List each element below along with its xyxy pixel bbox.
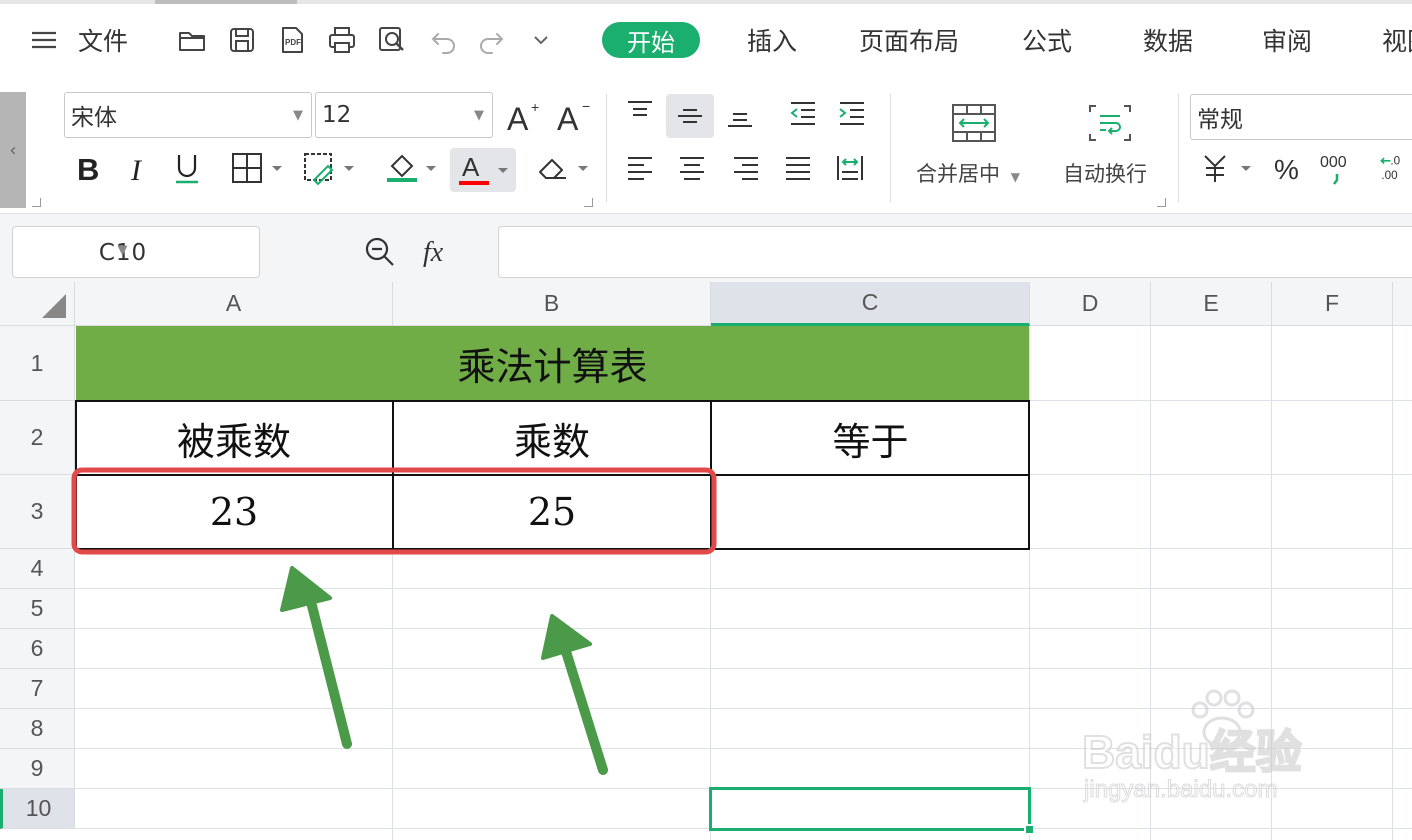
ribbon-separator	[890, 94, 891, 202]
tab-start[interactable]: 开始	[602, 22, 700, 58]
align-center-button[interactable]	[672, 148, 712, 188]
borders-button[interactable]	[228, 148, 286, 188]
chevron-down-icon: ▼	[474, 107, 484, 123]
chevron-down-icon: ▼	[117, 243, 129, 258]
align-right-button[interactable]	[726, 148, 766, 188]
spreadsheet-grid: A B C D E F 1 2 3 4 5 6 7 8 9 10 乘法计算表 被…	[0, 282, 1412, 840]
arrow-shaft-right	[558, 637, 608, 775]
increase-font-size-button[interactable]: A +	[505, 96, 543, 136]
svg-text:−: −	[582, 98, 590, 114]
wrap-text-button[interactable]: 自动换行	[1063, 158, 1147, 188]
font-name-select[interactable]: 宋体 ▼	[64, 92, 312, 138]
tab-view[interactable]: 视图	[1382, 22, 1412, 58]
currency-format-button[interactable]	[1196, 148, 1258, 188]
increase-indent-button[interactable]	[832, 94, 872, 134]
arrow-head-left	[280, 566, 332, 612]
svg-text:A: A	[462, 152, 480, 182]
insert-function-icon[interactable]: fx	[420, 232, 464, 272]
formula-bar: C10 ▼ fx	[0, 214, 1412, 282]
ribbon-toolbar: ‹ 宋体 ▼ 12 ▼ A + A − B I A 合并居中 ▼ 自动换行 常规…	[0, 82, 1412, 214]
menu-bar: 文件 PDF 开始 插入 页面布局 公式 数据 审阅 视图	[0, 0, 1412, 82]
redo-icon[interactable]	[475, 24, 507, 56]
number-format-select[interactable]: 常规	[1190, 94, 1412, 140]
export-pdf-icon[interactable]: PDF	[276, 24, 308, 56]
svg-text:+: +	[531, 99, 539, 115]
fill-color-button[interactable]	[382, 148, 440, 188]
undo-icon[interactable]	[428, 24, 460, 56]
tab-page-layout[interactable]: 页面布局	[859, 22, 959, 58]
tab-insert[interactable]: 插入	[747, 22, 797, 58]
merge-center-button[interactable]: 合并居中 ▼	[916, 158, 1020, 188]
decrease-font-size-button[interactable]: A −	[555, 96, 593, 136]
svg-text:.0: .0	[1390, 154, 1400, 167]
save-icon[interactable]	[226, 24, 258, 56]
annotation-arrows	[280, 566, 608, 775]
name-box[interactable]: C10 ▼	[12, 226, 260, 278]
thousands-separator-button[interactable]: 000	[1316, 148, 1360, 188]
tab-data[interactable]: 数据	[1143, 22, 1193, 58]
svg-text:B: B	[77, 152, 99, 186]
font-size-value: 12	[322, 102, 352, 128]
file-menu[interactable]: 文件	[78, 22, 128, 58]
arrow-shaft-left	[304, 589, 352, 749]
zoom-search-icon[interactable]	[360, 232, 400, 272]
svg-text:A: A	[507, 101, 529, 136]
decrease-indent-button[interactable]	[783, 94, 823, 134]
alignment-dialog-launcher-icon[interactable]	[1157, 198, 1166, 207]
cell-style-button[interactable]	[300, 148, 360, 188]
distributed-align-button[interactable]	[830, 148, 870, 188]
tab-formulas[interactable]: 公式	[1022, 22, 1072, 58]
merge-center-label: 合并居中	[916, 162, 1000, 186]
hamburger-menu-icon[interactable]	[28, 24, 60, 56]
align-bottom-button[interactable]	[720, 94, 760, 134]
arrow-head-right	[541, 614, 592, 660]
bold-button[interactable]: B	[70, 148, 108, 188]
chevron-down-icon: ▼	[1010, 170, 1020, 184]
align-middle-button[interactable]	[666, 94, 714, 138]
svg-text:A: A	[557, 101, 579, 136]
font-color-button[interactable]: A	[450, 148, 516, 192]
svg-text:.00: .00	[1381, 169, 1398, 182]
svg-text:%: %	[1274, 154, 1299, 185]
ribbon-separator	[1178, 94, 1179, 202]
window-tab-indicator	[155, 0, 297, 4]
dialog-launcher-icon[interactable]	[32, 198, 41, 207]
percent-format-button[interactable]: %	[1268, 148, 1308, 188]
number-format-value: 常规	[1197, 107, 1243, 133]
formula-input[interactable]	[498, 226, 1412, 278]
chevron-down-icon: ▼	[293, 107, 303, 123]
underline-button[interactable]	[168, 148, 206, 188]
svg-text:fx: fx	[423, 237, 444, 268]
watermark-url: jingyan.baidu.com	[1083, 776, 1278, 804]
baidu-watermark: Baidu经验 jingyan.baidu.com	[1081, 688, 1412, 808]
ribbon-scroll-left-button[interactable]: ‹	[0, 92, 26, 208]
font-name-value: 宋体	[71, 105, 117, 131]
align-top-button[interactable]	[620, 94, 660, 134]
font-dialog-launcher-icon[interactable]	[584, 198, 593, 207]
ribbon-separator	[606, 94, 607, 202]
align-left-button[interactable]	[620, 148, 660, 188]
open-folder-icon[interactable]	[176, 24, 208, 56]
svg-text:PDF: PDF	[285, 38, 301, 47]
svg-text:I: I	[130, 154, 143, 186]
clear-format-button[interactable]	[532, 148, 594, 188]
print-preview-icon[interactable]	[376, 24, 408, 56]
svg-text:000: 000	[1320, 154, 1347, 171]
red-highlight-box	[71, 467, 717, 555]
wrap-text-icon[interactable]	[1084, 100, 1136, 146]
increase-decimal-button[interactable]: .0.00	[1376, 148, 1412, 188]
font-size-select[interactable]: 12 ▼	[315, 92, 493, 138]
justify-button[interactable]	[778, 148, 818, 188]
italic-button[interactable]: I	[120, 148, 156, 188]
tab-review[interactable]: 审阅	[1262, 22, 1312, 58]
print-icon[interactable]	[326, 24, 358, 56]
watermark-brand: Baidu经验	[1081, 725, 1303, 779]
quick-access-dropdown-icon[interactable]	[525, 24, 557, 56]
merge-center-icon[interactable]	[948, 100, 1000, 146]
